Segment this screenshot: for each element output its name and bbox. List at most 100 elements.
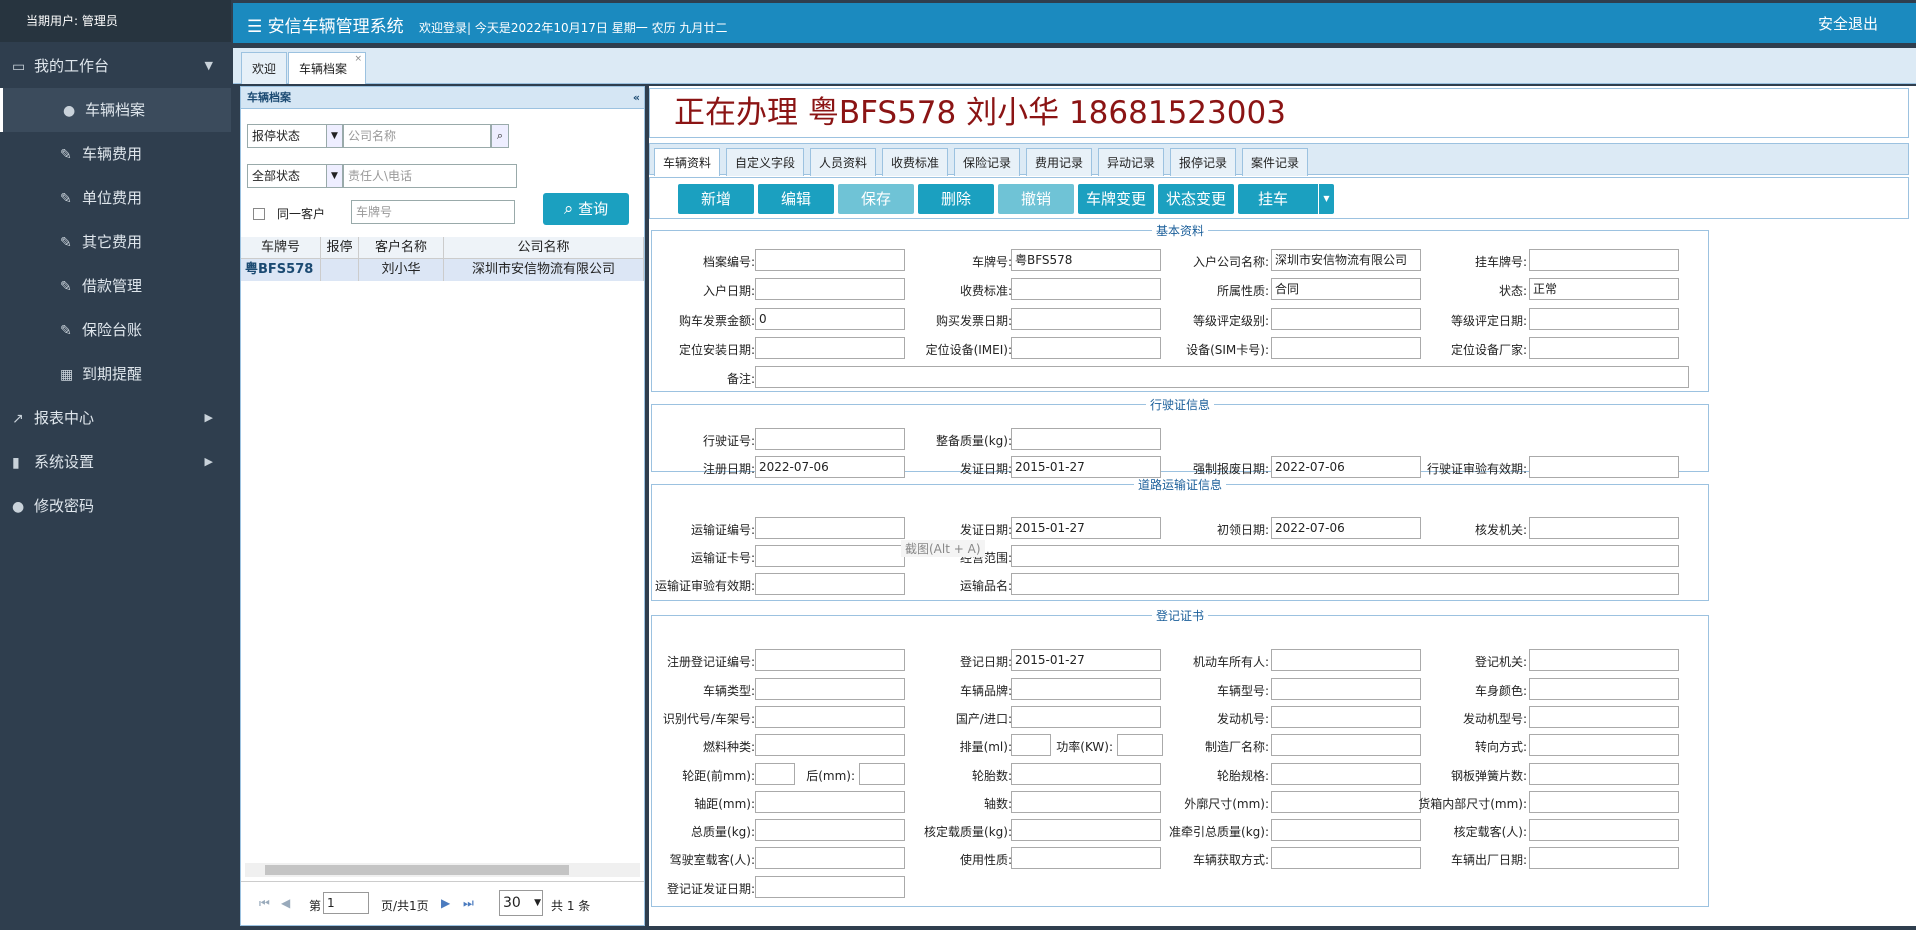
tab-vehicle-archive[interactable]: 车辆档案 × <box>288 52 367 84</box>
reg-27-field[interactable] <box>1011 819 1161 841</box>
reg-10-field[interactable] <box>1271 706 1421 728</box>
reg-22-field[interactable] <box>755 791 905 813</box>
tab-personnel[interactable]: 人员资料 <box>810 148 877 176</box>
all-status-select[interactable]: 全部状态 ▼ <box>247 164 343 188</box>
nav-unit-fees[interactable]: ✎ 单位费用 <box>0 176 231 220</box>
nav-workbench[interactable]: ▭ 我的工作台 ▼ <box>0 44 231 88</box>
reg-19-field[interactable] <box>1011 763 1161 785</box>
nav-reports[interactable]: ↗ 报表中心 ▶ <box>0 396 231 440</box>
nav-password[interactable]: ● 修改密码 <box>0 484 231 528</box>
basic-2-field[interactable]: 深圳市安信物流有限公司 <box>1271 249 1421 271</box>
basic-10-field[interactable] <box>1271 308 1421 330</box>
basic-5-field[interactable] <box>1011 278 1161 300</box>
tab-welcome[interactable]: 欢迎 <box>241 52 288 84</box>
nav-vehicle-fees[interactable]: ✎ 车辆费用 <box>0 132 231 176</box>
reg-23-field[interactable] <box>1011 791 1161 813</box>
reg-3-field[interactable] <box>1529 649 1679 671</box>
reg-26-field[interactable] <box>755 819 905 841</box>
reg-24-field[interactable] <box>1271 791 1421 813</box>
reg-18-field[interactable] <box>859 763 905 785</box>
logout-link[interactable]: 安全退出 <box>1818 13 1878 34</box>
reg-28-field[interactable] <box>1271 819 1421 841</box>
person-phone-input[interactable]: 责任人\电话 <box>343 164 517 188</box>
edit-button[interactable]: 编辑 <box>758 184 834 214</box>
reg-7-field[interactable] <box>1529 678 1679 700</box>
nav-vehicle-archive[interactable]: ● 车辆档案 <box>0 88 231 132</box>
reg-4-field[interactable] <box>755 678 905 700</box>
nav-insurance[interactable]: ✎ 保险台账 <box>0 308 231 352</box>
page-size-select[interactable]: 30 ▼ <box>499 890 543 916</box>
reg-32-field[interactable] <box>1271 847 1421 869</box>
transport-2-field[interactable]: 2022-07-06 <box>1271 517 1421 539</box>
transport-7-field[interactable] <box>1011 573 1679 595</box>
basic-15-field[interactable] <box>1529 337 1679 359</box>
page-input[interactable]: 1 <box>323 892 369 914</box>
reg-29-field[interactable] <box>1529 819 1679 841</box>
reg-12-field[interactable] <box>755 734 905 756</box>
tab-fee-records[interactable]: 费用记录 <box>1026 148 1093 176</box>
transport-5-field[interactable] <box>1011 545 1679 567</box>
prev-page-icon[interactable]: ◀ <box>281 896 290 910</box>
basic-11-field[interactable] <box>1529 308 1679 330</box>
nav-other-fees[interactable]: ✎ 其它费用 <box>0 220 231 264</box>
reg-30-field[interactable] <box>755 847 905 869</box>
transport-1-field[interactable]: 2015-01-27 <box>1011 517 1161 539</box>
company-name-input[interactable]: 公司名称 <box>343 124 491 148</box>
reg-31-field[interactable] <box>1011 847 1161 869</box>
license-5-field[interactable] <box>1529 456 1679 478</box>
save-button[interactable]: 保存 <box>838 184 914 214</box>
basic-8-field[interactable]: 0 <box>755 308 905 330</box>
close-icon[interactable]: × <box>354 43 362 75</box>
basic-0-field[interactable] <box>755 249 905 271</box>
table-row[interactable]: 粤BFS578 刘小华 深圳市安信物流有限公司 <box>241 259 644 281</box>
transport-4-field[interactable] <box>755 545 905 567</box>
tab-case-records[interactable]: 案件记录 <box>1242 148 1309 176</box>
reg-5-field[interactable] <box>1011 678 1161 700</box>
stop-status-select[interactable]: 报停状态 ▼ <box>247 124 343 148</box>
tab-stop-records[interactable]: 报停记录 <box>1170 148 1237 176</box>
undo-button[interactable]: 撤销 <box>998 184 1074 214</box>
transport-3-field[interactable] <box>1529 517 1679 539</box>
collapse-icon[interactable]: « <box>633 87 640 109</box>
search-icon[interactable]: ⌕ <box>491 124 509 148</box>
reg-34-field[interactable] <box>755 876 905 898</box>
basic-3-field[interactable] <box>1529 249 1679 271</box>
reg-25-field[interactable] <box>1529 791 1679 813</box>
reg-6-field[interactable] <box>1271 678 1421 700</box>
reg-13-field[interactable] <box>1011 734 1051 756</box>
remark-field[interactable] <box>755 366 1689 388</box>
basic-7-field[interactable]: 正常 <box>1529 278 1679 300</box>
basic-4-field[interactable] <box>755 278 905 300</box>
reg-11-field[interactable] <box>1529 706 1679 728</box>
license-0-field[interactable] <box>755 428 905 450</box>
basic-1-field[interactable]: 粤BFS578 <box>1011 249 1161 271</box>
reg-1-field[interactable]: 2015-01-27 <box>1011 649 1161 671</box>
reg-15-field[interactable] <box>1271 734 1421 756</box>
trailer-button[interactable]: 挂车 ▼ <box>1238 184 1334 214</box>
caret-down-icon[interactable]: ▼ <box>1318 184 1334 214</box>
basic-9-field[interactable] <box>1011 308 1161 330</box>
license-4-field[interactable]: 2022-07-06 <box>1271 456 1421 478</box>
tab-custom-fields[interactable]: 自定义字段 <box>726 148 805 176</box>
tab-insurance[interactable]: 保险记录 <box>954 148 1021 176</box>
nav-reminders[interactable]: ▦ 到期提醒 <box>0 352 231 396</box>
reg-9-field[interactable] <box>1011 706 1161 728</box>
plate-input[interactable]: 车牌号 <box>351 200 515 224</box>
basic-6-field[interactable]: 合同 <box>1271 278 1421 300</box>
reg-20-field[interactable] <box>1271 763 1421 785</box>
reg-16-field[interactable] <box>1529 734 1679 756</box>
tab-vehicle-info[interactable]: 车辆资料 <box>654 148 721 176</box>
status-change-button[interactable]: 状态变更 <box>1158 184 1234 214</box>
reg-8-field[interactable] <box>755 706 905 728</box>
nav-loans[interactable]: ✎ 借款管理 <box>0 264 231 308</box>
horizontal-scrollbar[interactable] <box>245 863 640 877</box>
license-3-field[interactable]: 2015-01-27 <box>1011 456 1161 478</box>
first-page-icon[interactable]: ⏮ <box>259 896 270 911</box>
basic-12-field[interactable] <box>755 337 905 359</box>
last-page-icon[interactable]: ⏭ <box>463 896 474 911</box>
next-page-icon[interactable]: ▶ <box>441 896 450 910</box>
plate-change-button[interactable]: 车牌变更 <box>1078 184 1154 214</box>
nav-settings[interactable]: ▮ 系统设置 ▶ <box>0 440 231 484</box>
reg-0-field[interactable] <box>755 649 905 671</box>
tab-fee-standard[interactable]: 收费标准 <box>882 148 949 176</box>
